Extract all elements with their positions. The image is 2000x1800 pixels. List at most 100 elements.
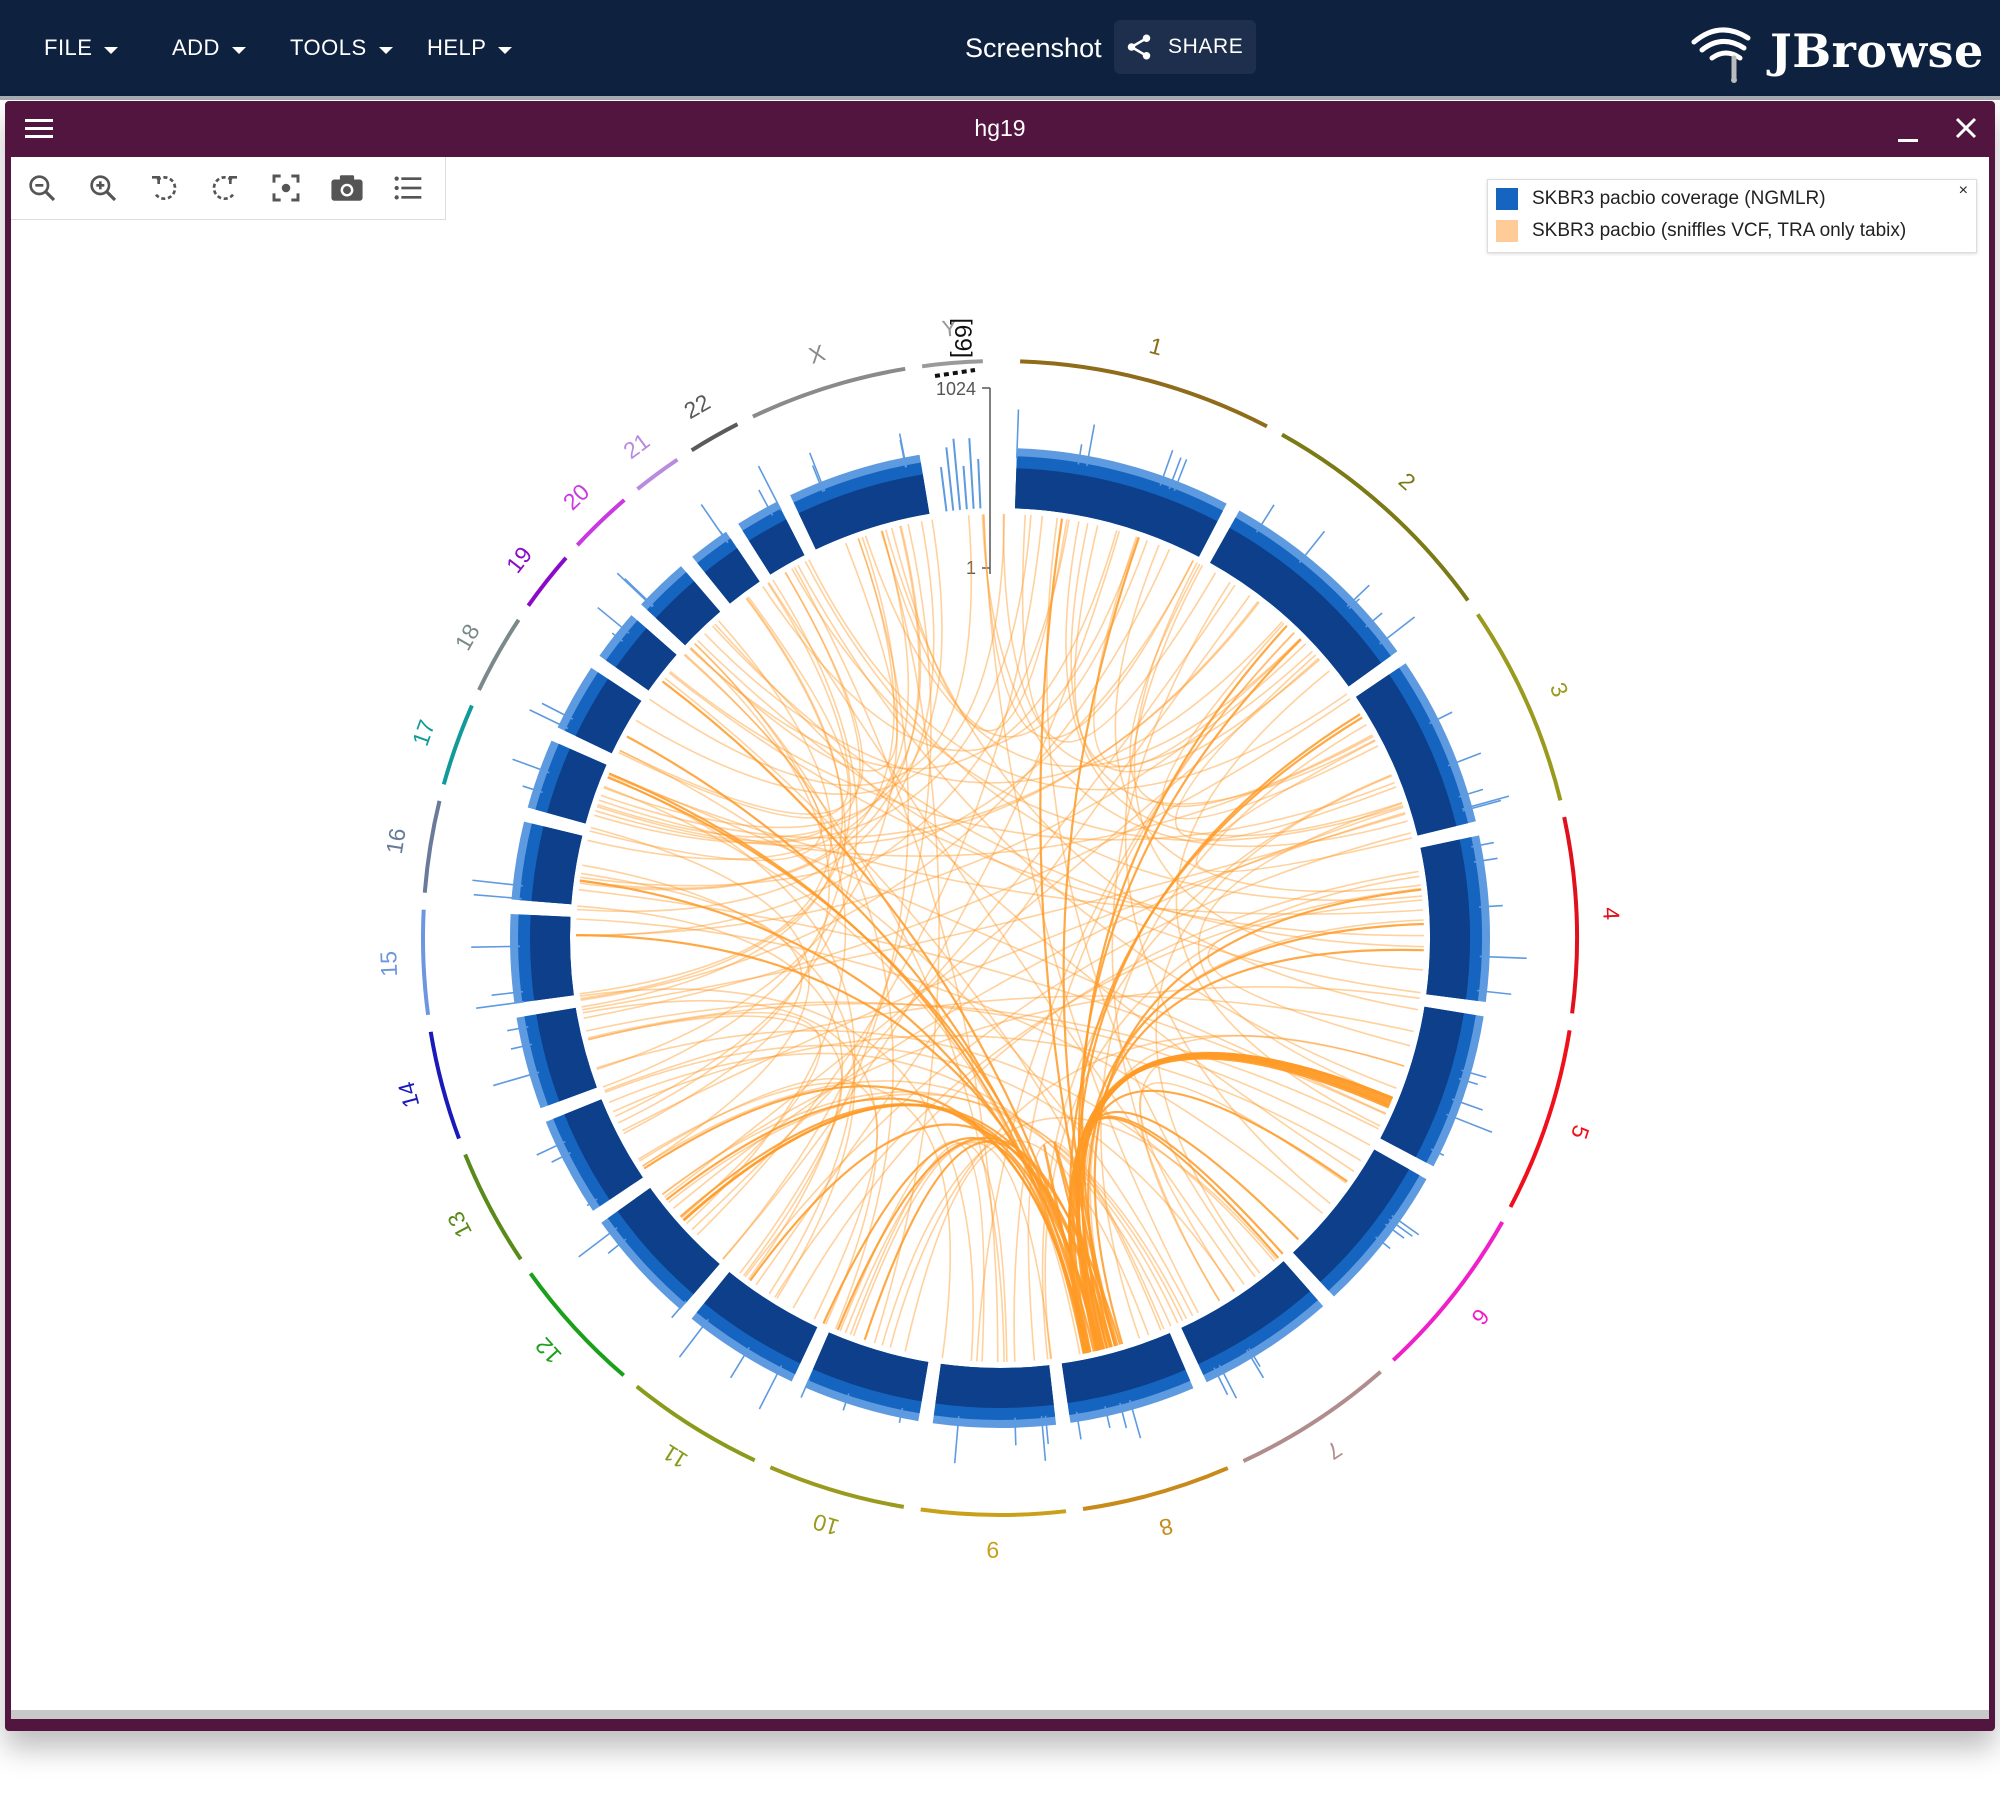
view-resize-handle[interactable]: [11, 1710, 1989, 1719]
chromosome-label: 11: [658, 1439, 692, 1474]
chromosome-segment-20[interactable]: [575, 498, 626, 547]
minimize-icon[interactable]: [1898, 139, 1918, 142]
chromosome-segment-7[interactable]: [1242, 1370, 1382, 1463]
chromosome-label: 6: [1466, 1304, 1494, 1330]
chromosome-segment-19[interactable]: [526, 556, 568, 607]
chromosome-segment-6[interactable]: [1391, 1221, 1505, 1362]
camera-icon: [330, 175, 363, 201]
coverage-band-dark: [530, 915, 574, 1001]
chromosome-segment-10[interactable]: [769, 1465, 905, 1509]
chromosome-segment-21[interactable]: [636, 457, 679, 491]
chromosome-segment-x[interactable]: [752, 366, 906, 419]
chromosome-segment-17[interactable]: [441, 704, 474, 785]
chromosome-label: 5: [1566, 1122, 1595, 1142]
caret-down-icon: [378, 46, 393, 54]
chromosome-label: X: [806, 339, 828, 368]
chromosome-label: 20: [558, 478, 594, 514]
app-bar: FILE ADD TOOLS HELP Screenshot SHARE JBr…: [0, 0, 2000, 96]
circular-view: hg19 1 2 3 4 5 6 7 8 9 10 11 12 13 14 15 16 17 18 19 20 21 22…: [5, 101, 1995, 1731]
chromosome-segment-22[interactable]: [690, 422, 739, 452]
chromosome-label: 18: [450, 620, 485, 655]
coverage-band-dark: [935, 1363, 1054, 1408]
chromosome-label: 2: [1394, 467, 1421, 495]
chromosome-label: 1: [1147, 332, 1166, 360]
overflow-marker: [934, 368, 976, 378]
translocation-arc[interactable]: [672, 806, 1404, 1210]
chromosome-segment-13[interactable]: [463, 1153, 523, 1261]
legend-item-coverage: SKBR3 pacbio coverage (NGMLR): [1496, 188, 1826, 210]
coverage-spike: [471, 945, 521, 948]
chromosome-label: 22: [679, 389, 714, 424]
chromosome-segment-11[interactable]: [635, 1384, 756, 1463]
coverage-spike: [678, 1318, 710, 1358]
chromosome-segment-4[interactable]: [1562, 816, 1580, 1014]
jbrowse-logo-icon: [1691, 27, 1751, 83]
legend-swatch: [1496, 220, 1518, 242]
chromosome-label: 10: [810, 1509, 842, 1541]
chromosome-label: 7: [1322, 1436, 1347, 1465]
chromosome-label: 15: [375, 951, 402, 978]
translocation-arc[interactable]: [1133, 562, 1423, 971]
rotate-counterclockwise-button[interactable]: [133, 157, 194, 219]
zoom-in-icon: [89, 175, 116, 202]
menu-help[interactable]: HELP: [427, 0, 513, 96]
coverage-spike: [578, 1227, 618, 1258]
coverage-spike: [968, 438, 975, 509]
view-toolbar: [11, 157, 446, 220]
menu-file[interactable]: FILE: [44, 0, 119, 96]
center-focus-icon: [272, 174, 299, 202]
chromosome-label: 17: [407, 716, 440, 749]
chromosome-label: 13: [442, 1207, 477, 1242]
chromosome-segment-16[interactable]: [422, 800, 442, 893]
zoom-in-button[interactable]: [72, 157, 133, 219]
translocation-arc[interactable]: [590, 826, 810, 1167]
translocation-arc[interactable]: [580, 872, 803, 1135]
chromosome-segment-8[interactable]: [1082, 1466, 1229, 1511]
coverage-spike: [945, 447, 955, 511]
menu-add[interactable]: ADD: [172, 0, 246, 96]
chromosome-segment-5[interactable]: [1508, 1029, 1572, 1208]
chromosome-segment-9[interactable]: [920, 1507, 1067, 1517]
coverage-spike: [758, 1365, 783, 1410]
center-focus-button[interactable]: [255, 157, 316, 219]
legend-item-sv: SKBR3 pacbio (sniffles VCF, TRA only tab…: [1496, 220, 1906, 242]
coverage-spike: [1298, 530, 1326, 564]
coverage-spike: [962, 465, 968, 510]
chromosome-segment-15[interactable]: [421, 909, 431, 1016]
close-icon[interactable]: [1953, 115, 1979, 141]
coverage-spike: [939, 466, 948, 512]
chromosome-label: 8: [1157, 1513, 1176, 1542]
export-svg-button[interactable]: [316, 157, 377, 219]
coverage-spike: [1014, 1417, 1017, 1446]
legend-swatch: [1496, 188, 1518, 210]
zoom-out-button[interactable]: [11, 157, 72, 219]
appbar-shadow: [0, 96, 2000, 100]
chromosome-label: 12: [530, 1333, 566, 1369]
session-title[interactable]: Screenshot: [965, 0, 1102, 96]
chromosome-segment-14[interactable]: [428, 1031, 461, 1140]
coverage-spike: [757, 465, 783, 512]
scale-max-label: 1024: [936, 379, 976, 399]
chromosome-label: 16: [381, 826, 411, 855]
translocation-arc[interactable]: [579, 620, 833, 995]
overflow-label: [69]: [949, 318, 976, 358]
view-header: hg19: [5, 101, 1995, 155]
track-list-icon: [394, 176, 421, 200]
coverage-spike: [1379, 616, 1416, 645]
share-button[interactable]: SHARE: [1114, 20, 1256, 74]
track-legend: SKBR3 pacbio coverage (NGMLR) SKBR3 pacb…: [1487, 179, 1977, 253]
chromosome-segment-3[interactable]: [1476, 613, 1563, 801]
chromosome-segment-18[interactable]: [477, 618, 521, 691]
circos-plot[interactable]: 12345678910111213141516171819202122XY102…: [11, 157, 1989, 1710]
rotate-clockwise-button[interactable]: [194, 157, 255, 219]
menu-tools[interactable]: TOOLS: [290, 0, 393, 96]
rotate-clockwise-icon: [212, 176, 237, 200]
chromosome-segment-1[interactable]: [1020, 359, 1268, 429]
track-selector-button[interactable]: [377, 157, 438, 219]
jbrowse-logo: JBrowse: [1690, 18, 1984, 84]
legend-close-button[interactable]: ×: [1959, 182, 1968, 200]
zoom-out-icon: [28, 175, 55, 202]
coverage-spike: [597, 606, 630, 634]
coverage-spike: [977, 458, 982, 509]
chromosome-segment-y[interactable]: [921, 359, 983, 369]
